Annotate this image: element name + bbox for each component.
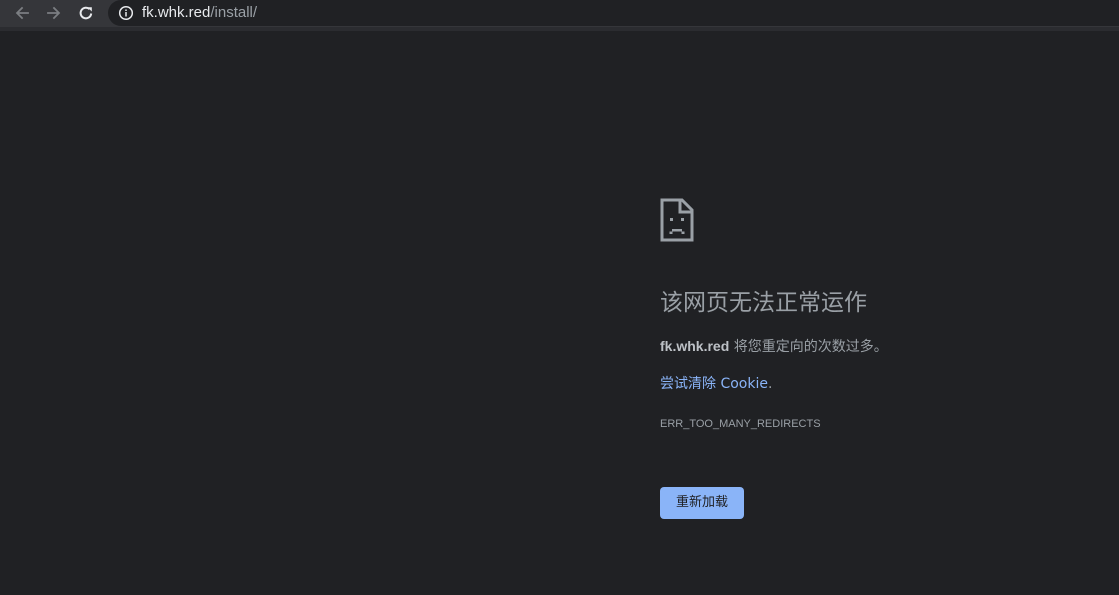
suggestion: 尝试清除 Cookie.	[660, 375, 772, 393]
arrow-left-icon	[15, 6, 29, 20]
error-message-host: fk.whk.red	[660, 338, 730, 354]
forward-button[interactable]	[43, 2, 65, 24]
error-message: fk.whk.red 将您重定向的次数过多。	[660, 337, 888, 356]
back-button[interactable]	[11, 2, 33, 24]
url-text[interactable]: fk.whk.red/install/	[142, 4, 257, 22]
error-message-text: 将您重定向的次数过多。	[729, 339, 888, 355]
sad-page-icon	[660, 198, 694, 242]
url-host: fk.whk.red	[142, 4, 211, 21]
toolbar-divider	[0, 27, 1119, 31]
arrow-right-icon	[47, 6, 61, 20]
reload-page-button[interactable]: 重新加载	[660, 487, 744, 519]
reload-icon	[79, 6, 93, 20]
reload-button[interactable]	[75, 2, 97, 24]
error-code: ERR_TOO_MANY_REDIRECTS	[660, 418, 821, 430]
url-path: /install/	[210, 4, 258, 21]
error-headline: 该网页无法正常运作	[660, 290, 867, 316]
info-circle-icon[interactable]	[118, 5, 134, 21]
address-bar[interactable]: fk.whk.red/install/	[108, 0, 1119, 26]
suggestion-suffix: .	[767, 376, 773, 392]
browser-toolbar: fk.whk.red/install/	[0, 0, 1119, 27]
clear-cookies-link[interactable]: 尝试清除 Cookie	[660, 376, 768, 392]
